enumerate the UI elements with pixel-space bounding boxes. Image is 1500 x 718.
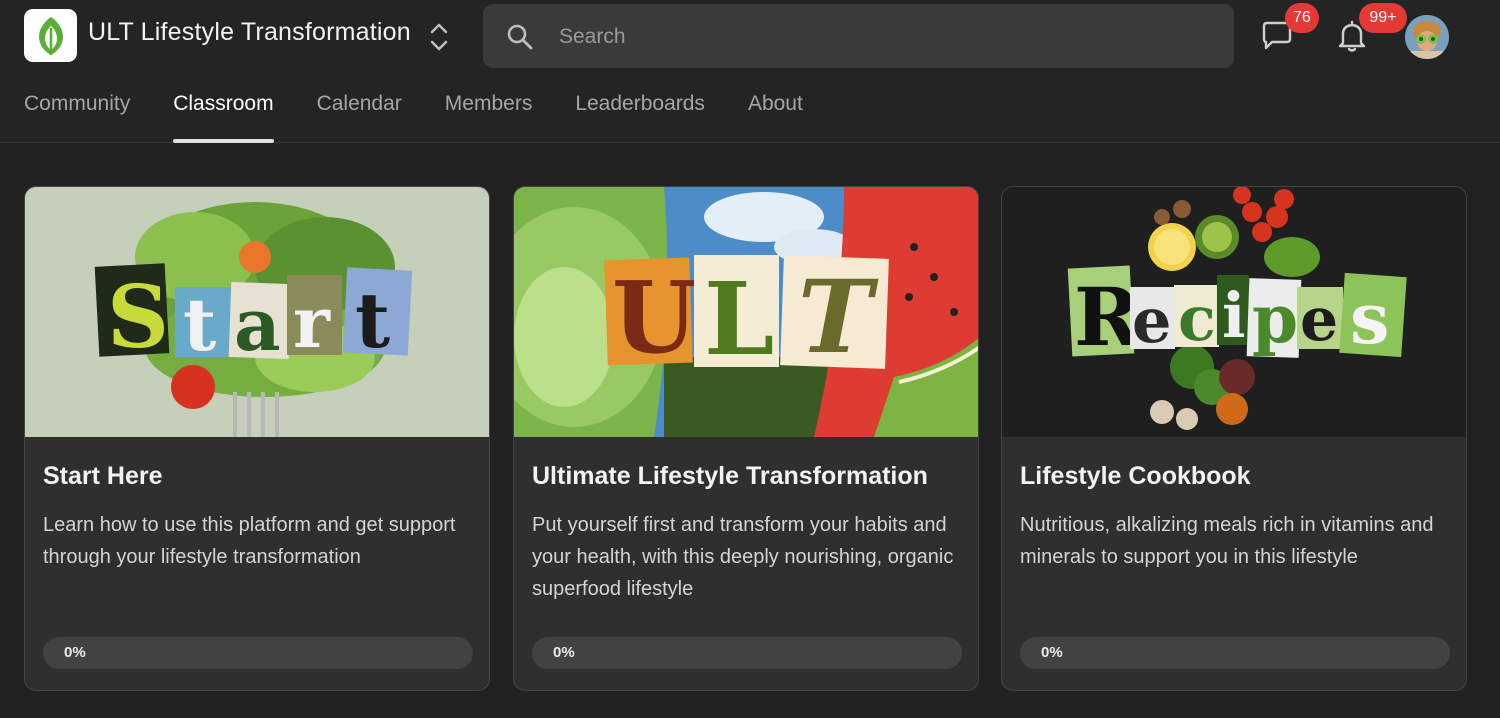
course-progress-bar: 0% [43, 637, 473, 669]
user-avatar[interactable] [1405, 15, 1449, 59]
svg-text:L: L [704, 260, 774, 378]
course-progress-bar: 0% [1020, 637, 1450, 669]
svg-text:e: e [1132, 284, 1171, 357]
course-progress-label: 0% [64, 644, 86, 661]
course-progress-bar: 0% [532, 637, 962, 669]
course-progress-label: 0% [1041, 644, 1063, 661]
course-card-lifestyle-cookbook[interactable]: R e c i p e s Lifestyle Cookbook Nutriti… [1001, 186, 1467, 691]
svg-text:c: c [1178, 282, 1216, 355]
top-header: ULT Lifestyle Transformation 76 99+ [0, 0, 1500, 143]
svg-text:T: T [798, 258, 879, 376]
course-description: Nutritious, alkalizing meals rich in vit… [1020, 514, 1434, 568]
tab-community[interactable]: Community [24, 86, 130, 143]
tab-leaderboards[interactable]: Leaderboards [575, 86, 705, 143]
svg-text:U: U [612, 261, 697, 376]
svg-text:t: t [355, 276, 390, 365]
course-card-start-here[interactable]: S t a r t Start Here Learn how to use th… [24, 186, 490, 691]
course-title: Ultimate Lifestyle Transformation [532, 462, 928, 490]
tab-classroom[interactable]: Classroom [173, 86, 274, 143]
course-cover-image: U L T [514, 187, 978, 437]
tab-about[interactable]: About [748, 86, 803, 143]
tab-members[interactable]: Members [445, 86, 533, 143]
course-progress-label: 0% [553, 644, 575, 661]
svg-text:i: i [1222, 279, 1246, 352]
course-description: Learn how to use this platform and get s… [43, 514, 456, 568]
search-icon [506, 23, 534, 51]
search-bar[interactable] [483, 4, 1234, 70]
course-description: Put yourself first and transform your ha… [532, 514, 954, 600]
course-card-ultimate-lifestyle[interactable]: U L T Ultimate Lifestyle Transformation … [513, 186, 979, 691]
search-input[interactable] [557, 4, 1201, 70]
svg-text:t: t [183, 282, 216, 367]
chat-count-badge: 76 [1285, 3, 1319, 33]
chevron-updown-icon[interactable] [427, 20, 451, 54]
course-title: Start Here [43, 462, 163, 490]
svg-text:s: s [1350, 277, 1389, 360]
tab-calendar[interactable]: Calendar [317, 86, 402, 143]
leaf-logo-icon[interactable] [24, 9, 77, 62]
main-tabs: Community Classroom Calendar Members Lea… [24, 86, 846, 143]
app-title[interactable]: ULT Lifestyle Transformation [88, 18, 411, 47]
course-title: Lifestyle Cookbook [1020, 462, 1251, 490]
svg-text:p: p [1252, 280, 1298, 358]
course-cover-image: R e c i p e s [1002, 187, 1466, 437]
course-cover-image: S t a r t [25, 187, 489, 437]
notification-count-badge: 99+ [1359, 3, 1407, 33]
svg-text:e: e [1300, 285, 1338, 355]
svg-text:a: a [234, 282, 281, 367]
svg-text:S: S [107, 267, 169, 368]
svg-text:r: r [293, 281, 331, 364]
